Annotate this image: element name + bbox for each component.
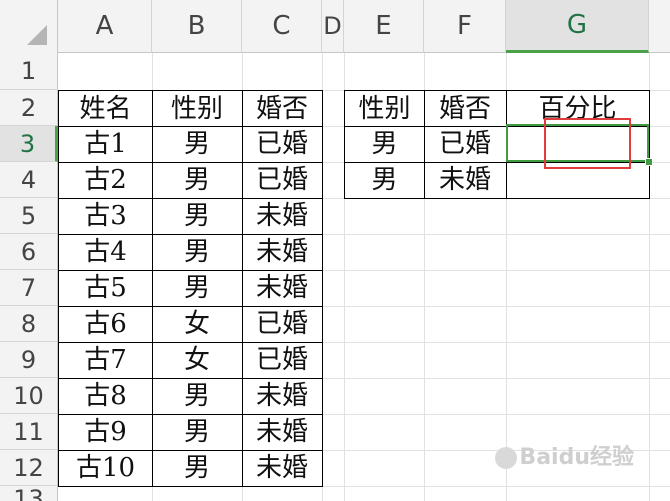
table-cell-married[interactable]: 未婚 (242, 198, 323, 235)
table-cell-married[interactable]: 未婚 (242, 378, 323, 415)
table-cell-married[interactable]: 已婚 (424, 126, 507, 163)
spreadsheet-grid[interactable]: A B C D E F G 1 2 3 4 5 6 7 8 9 10 11 12… (0, 0, 670, 501)
row-header-4[interactable]: 4 (0, 162, 58, 198)
baidu-watermark: Baidu经验 (493, 439, 634, 471)
table-cell-married[interactable]: 已婚 (242, 306, 323, 343)
column-header-b[interactable]: B (152, 0, 242, 53)
table-cell-name[interactable]: 古3 (58, 198, 153, 235)
baidu-paw-icon (495, 447, 518, 469)
table-cell-married[interactable]: 未婚 (242, 450, 323, 487)
column-header-f[interactable]: F (424, 0, 506, 53)
table-cell-name[interactable]: 古1 (58, 126, 153, 163)
row-header-11[interactable]: 11 (0, 414, 58, 450)
table-cell-married[interactable]: 已婚 (242, 162, 323, 199)
table-cell-name[interactable]: 古5 (58, 270, 153, 307)
row-header-8[interactable]: 8 (0, 306, 58, 342)
row-header-3[interactable]: 3 (0, 126, 58, 162)
table-cell-married[interactable]: 未婚 (242, 414, 323, 451)
row-header-12[interactable]: 12 (0, 450, 58, 486)
table-cell-name[interactable]: 古8 (58, 378, 153, 415)
row-header-1[interactable]: 1 (0, 53, 58, 90)
table-cell-name[interactable]: 古4 (58, 234, 153, 271)
table-cell-gender[interactable]: 男 (152, 414, 243, 451)
highlight-annotation-box (544, 118, 631, 169)
table-cell-gender[interactable]: 男 (152, 450, 243, 487)
column-header-c[interactable]: C (242, 0, 322, 53)
row-header-6[interactable]: 6 (0, 234, 58, 270)
table-cell-gender[interactable]: 男 (152, 126, 243, 163)
table-header-gender[interactable]: 性别 (152, 90, 243, 127)
table-cell-married[interactable]: 未婚 (242, 270, 323, 307)
row-header-5[interactable]: 5 (0, 198, 58, 234)
row-header-10[interactable]: 10 (0, 378, 58, 414)
table-cell-gender[interactable]: 男 (152, 198, 243, 235)
row-header-13[interactable]: 13 (0, 486, 58, 501)
table-header-gender[interactable]: 性别 (344, 90, 425, 127)
table-header-married[interactable]: 婚否 (424, 90, 507, 127)
table-cell-gender[interactable]: 男 (152, 378, 243, 415)
table-cell-name[interactable]: 古9 (58, 414, 153, 451)
column-header-a[interactable]: A (58, 0, 152, 53)
table-cell-name[interactable]: 古10 (58, 450, 153, 487)
table-cell-gender[interactable]: 男 (344, 126, 425, 163)
fill-handle[interactable] (645, 158, 653, 166)
table-cell-name[interactable]: 古2 (58, 162, 153, 199)
watermark-text: Baidu经验 (519, 445, 634, 470)
table-cell-name[interactable]: 古6 (58, 306, 153, 343)
table-cell-gender[interactable]: 男 (152, 270, 243, 307)
column-header-e[interactable]: E (344, 0, 424, 53)
row-header-9[interactable]: 9 (0, 342, 58, 378)
table-header-married[interactable]: 婚否 (242, 90, 323, 127)
row-header-2[interactable]: 2 (0, 90, 58, 126)
table-cell-gender[interactable]: 男 (152, 234, 243, 271)
table-cell-gender[interactable]: 女 (152, 306, 243, 343)
select-all-corner[interactable] (0, 0, 58, 53)
table-cell-married[interactable]: 未婚 (242, 234, 323, 271)
table-cell-married[interactable]: 未婚 (424, 162, 507, 199)
table-cell-gender[interactable]: 女 (152, 342, 243, 379)
table-cell-gender[interactable]: 男 (152, 162, 243, 199)
table-cell-gender[interactable]: 男 (344, 162, 425, 199)
table-cell-married[interactable]: 已婚 (242, 126, 323, 163)
table-cell-married[interactable]: 已婚 (242, 342, 323, 379)
select-all-triangle-icon (27, 25, 47, 45)
column-header-g[interactable]: G (506, 0, 649, 53)
row-header-7[interactable]: 7 (0, 270, 58, 306)
table-header-name[interactable]: 姓名 (58, 90, 153, 127)
column-header-d[interactable]: D (322, 0, 344, 53)
table-cell-name[interactable]: 古7 (58, 342, 153, 379)
